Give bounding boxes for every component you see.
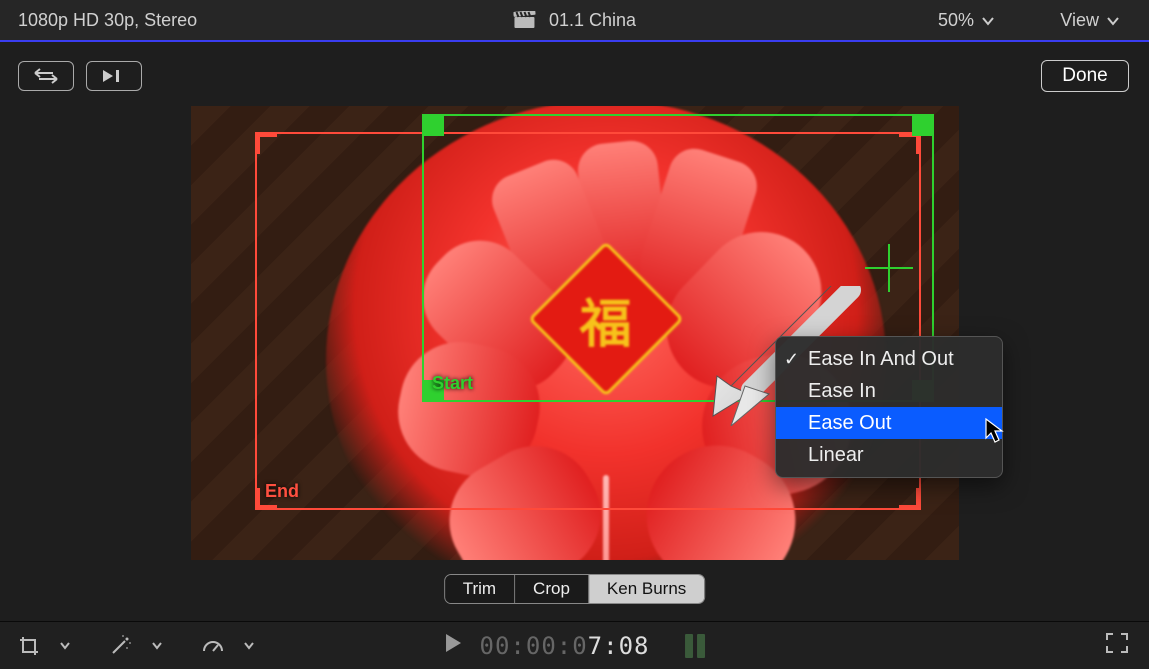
retime-tool-button[interactable] [198, 633, 228, 659]
play-button[interactable] [444, 633, 462, 658]
view-dropdown[interactable]: View [1060, 10, 1119, 31]
checkmark-icon: ✓ [784, 349, 799, 370]
clip-name-text: 01.1 China [549, 10, 636, 31]
viewer-toolbar: Done [0, 56, 1149, 96]
chevron-down-icon [982, 10, 994, 31]
swap-start-end-button[interactable] [18, 61, 74, 91]
menu-item-label: Ease In And Out [808, 348, 954, 371]
resize-handle-tl[interactable] [422, 114, 444, 136]
mouse-cursor-icon [985, 418, 1005, 444]
done-button[interactable]: Done [1041, 60, 1129, 92]
viewer-canvas[interactable]: 福 End Start [191, 106, 959, 560]
play-to-end-icon [99, 68, 129, 84]
chevron-down-icon [60, 641, 70, 651]
end-frame-label: End [265, 481, 299, 502]
transform-tool-button[interactable] [14, 633, 44, 659]
menu-item-ease-in[interactable]: Ease In [776, 375, 1002, 407]
timecode-display[interactable]: 00:00:07:08 [480, 632, 650, 660]
format-label: 1080p HD 30p, Stereo [18, 10, 197, 31]
playback-center: 00:00:07:08 [444, 632, 706, 660]
start-frame-label: Start [432, 373, 473, 394]
fullscreen-button[interactable] [1105, 632, 1129, 659]
crop-mode-ken-burns[interactable]: Ken Burns [589, 575, 704, 603]
chevron-down-icon [1107, 10, 1119, 31]
menu-item-ease-out[interactable]: Ease Out [776, 407, 1002, 439]
fullscreen-icon [1105, 632, 1129, 654]
bottom-toolbar: 00:00:07:08 [0, 621, 1149, 669]
easing-context-menu: ✓ Ease In And Out Ease In Ease Out Linea… [775, 336, 1003, 478]
chevron-down-icon [244, 641, 254, 651]
crop-mode-trim[interactable]: Trim [445, 575, 515, 603]
audio-meter [685, 634, 705, 658]
menu-item-linear[interactable]: Linear [776, 439, 1002, 471]
crop-mode-segmented-control: Trim Crop Ken Burns [444, 574, 706, 604]
preview-play-button[interactable] [86, 61, 142, 91]
resize-handle-tr[interactable] [912, 114, 934, 136]
speedometer-icon [201, 635, 225, 657]
swap-arrows-icon [31, 67, 61, 85]
view-label: View [1060, 10, 1099, 31]
crop-icon [18, 635, 40, 657]
menu-item-label: Linear [808, 444, 864, 467]
play-icon [444, 633, 462, 653]
clapperboard-icon [513, 11, 535, 29]
zoom-dropdown[interactable]: 50% [938, 10, 994, 31]
transform-tool-chevron[interactable] [50, 633, 80, 659]
zoom-value: 50% [938, 10, 974, 31]
timecode-bright: 7:08 [588, 632, 650, 660]
menu-item-label: Ease In [808, 380, 876, 403]
crop-mode-crop[interactable]: Crop [515, 575, 589, 603]
enhance-tool-button[interactable] [106, 633, 136, 659]
resize-handle-br[interactable] [899, 488, 921, 510]
menu-item-label: Ease Out [808, 412, 891, 435]
retime-tool-chevron[interactable] [234, 633, 264, 659]
magic-wand-icon [109, 635, 133, 657]
resize-handle-tl[interactable] [255, 132, 277, 154]
viewer-header: 1080p HD 30p, Stereo 01.1 China 50% View [0, 0, 1149, 42]
menu-item-ease-in-and-out[interactable]: ✓ Ease In And Out [776, 343, 1002, 375]
enhance-tool-chevron[interactable] [142, 633, 172, 659]
chevron-down-icon [152, 641, 162, 651]
timecode-dim: 00:00:0 [480, 632, 588, 660]
bottom-left-tools [14, 633, 264, 659]
clip-title: 01.1 China [513, 10, 636, 31]
